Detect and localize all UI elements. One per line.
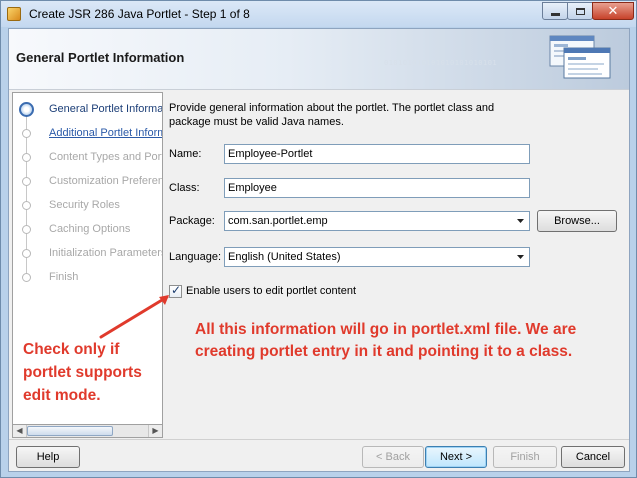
- checkmark-icon: ✓: [171, 283, 182, 297]
- step-label: General Portlet Information: [49, 103, 163, 115]
- maximize-icon: [575, 7, 585, 15]
- step-label: Content Types and Portlet Modes: [49, 151, 162, 163]
- wizard-client: General Portlet Information 010101010101…: [8, 28, 630, 472]
- next-label: Next >: [439, 451, 473, 463]
- step-label: Additional Portlet Information: [49, 127, 162, 139]
- step-initialization-parameters: Initialization Parameters: [13, 243, 163, 263]
- step-general-portlet-information[interactable]: General Portlet Information: [13, 99, 163, 119]
- enable-edit-checkbox[interactable]: ✓: [169, 283, 182, 298]
- step-label: Security Roles: [49, 199, 120, 211]
- page-title: General Portlet Information: [16, 50, 185, 65]
- package-label: Package:: [169, 215, 215, 227]
- step-icon: [22, 225, 31, 234]
- annotation-portlet-xml: All this information will go in portlet.…: [195, 321, 577, 360]
- step-icon: [22, 201, 31, 210]
- enable-edit-label[interactable]: Enable users to edit portlet content: [186, 285, 356, 297]
- finish-label: Finish: [510, 451, 540, 463]
- language-value: English (United States): [228, 251, 341, 263]
- step-icon: [22, 249, 31, 258]
- step-icon: [22, 153, 31, 162]
- step-security-roles: Security Roles: [13, 195, 162, 215]
- step-customization-preferences: Customization Preferences: [13, 171, 163, 191]
- header-binary-decoration: 010101010101010101010101: [384, 59, 498, 67]
- step-icon: [22, 273, 31, 282]
- step-label: Finish: [49, 271, 79, 283]
- step-label: Customization Preferences: [49, 175, 163, 187]
- step-label: Caching Options: [49, 223, 131, 235]
- package-value: com.san.portlet.emp: [228, 215, 328, 227]
- language-select[interactable]: English (United States): [224, 247, 530, 267]
- step-label: Initialization Parameters: [49, 247, 163, 259]
- cancel-label: Cancel: [575, 451, 611, 463]
- minimize-button[interactable]: [542, 2, 568, 20]
- class-label: Class:: [169, 182, 200, 194]
- form-description: Provide general information about the po…: [169, 102, 495, 128]
- wizard-header: General Portlet Information 010101010101…: [9, 29, 629, 90]
- close-button[interactable]: ✕: [592, 2, 634, 20]
- annotation-edit-mode: Check only if portlet supports edit mode…: [23, 341, 142, 404]
- step-content-types: Content Types and Portlet Modes: [13, 147, 162, 167]
- chevron-down-icon[interactable]: [514, 214, 527, 228]
- footer-separator: [9, 439, 629, 440]
- package-combo[interactable]: com.san.portlet.emp: [224, 211, 530, 231]
- name-field[interactable]: [224, 144, 530, 164]
- finish-button[interactable]: Finish: [493, 446, 557, 468]
- chevron-down-icon[interactable]: [514, 250, 527, 264]
- language-label: Language:: [169, 251, 221, 263]
- step-finish: Finish: [13, 267, 162, 287]
- scroll-right-icon[interactable]: ▶: [148, 425, 162, 437]
- browse-button[interactable]: Browse...: [537, 210, 617, 232]
- window-title: Create JSR 286 Java Portlet - Step 1 of …: [29, 7, 250, 21]
- help-button[interactable]: Help: [16, 446, 80, 468]
- close-icon: ✕: [607, 3, 619, 19]
- wizard-window: Create JSR 286 Java Portlet - Step 1 of …: [0, 0, 637, 478]
- step-icon: [22, 177, 31, 186]
- step-additional-portlet-information[interactable]: Additional Portlet Information: [13, 123, 162, 143]
- step-caching-options: Caching Options: [13, 219, 162, 239]
- scrollbar-thumb[interactable]: [27, 426, 113, 436]
- scroll-left-icon[interactable]: ◀: [13, 425, 27, 437]
- help-label: Help: [36, 451, 60, 463]
- steps-horizontal-scrollbar[interactable]: ◀ ▶: [12, 424, 163, 438]
- app-icon: [7, 7, 21, 21]
- next-button[interactable]: Next >: [425, 446, 487, 468]
- current-step-icon: [19, 102, 34, 117]
- wizard-header-graphic: [549, 35, 611, 79]
- back-label: < Back: [376, 451, 410, 463]
- step-icon: [22, 129, 31, 138]
- back-button[interactable]: < Back: [362, 446, 424, 468]
- cancel-button[interactable]: Cancel: [561, 446, 625, 468]
- name-label: Name:: [169, 148, 202, 160]
- minimize-icon: [550, 12, 560, 16]
- maximize-button[interactable]: [567, 2, 593, 20]
- class-field[interactable]: [224, 178, 530, 198]
- title-bar[interactable]: Create JSR 286 Java Portlet - Step 1 of …: [1, 1, 636, 27]
